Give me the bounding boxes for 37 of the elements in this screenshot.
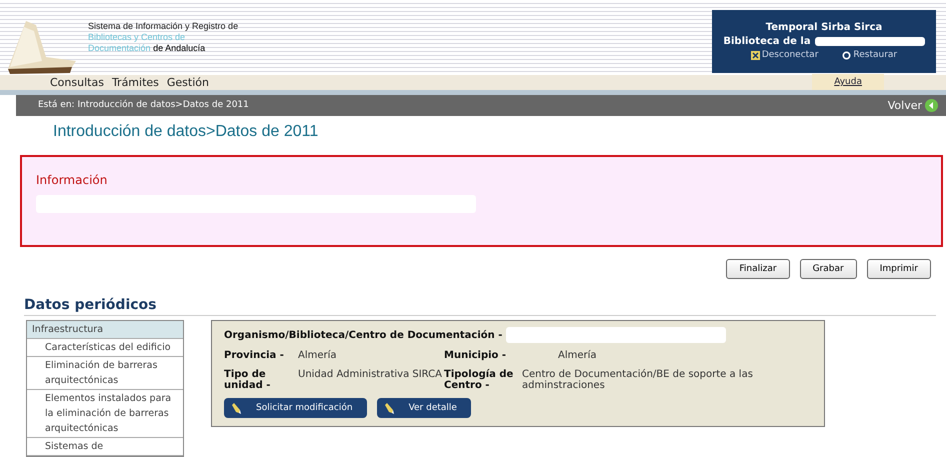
restore-link[interactable]: Restaurar: [842, 50, 898, 60]
field-value: Almería: [298, 350, 338, 362]
field-label: Tipo de unidad -: [224, 369, 272, 392]
menu-item[interactable]: Trámites: [112, 76, 159, 89]
user-name: Temporal Sirba Sirca: [766, 22, 882, 34]
field-label: Tipología de Centro -: [444, 369, 514, 392]
field-value: Centro de Documentación/BE de soporte a las adminstraciones: [522, 369, 754, 392]
pencil-icon: [384, 402, 395, 415]
site-title-line: Sistema de Información y Registro de: [88, 20, 240, 32]
library-name: Biblioteca de la: [723, 36, 811, 48]
help-link[interactable]: Ayuda: [812, 74, 884, 90]
breadcrumb: Está en: Introducción de datos>Datos de 2011: [38, 100, 249, 110]
site-title-line: Bibliotecas y Centros de: [88, 32, 186, 43]
menu-item[interactable]: Gestión: [166, 76, 209, 89]
field-value: Unidad Administrativa SIRCA: [298, 369, 443, 382]
action-button[interactable]: Finalizar: [726, 259, 790, 280]
card-heading: Organismo/Biblioteca/Centro de Documentación -: [224, 330, 502, 341]
card-button[interactable]: Solicitar modificación: [224, 398, 367, 418]
sidebar-item[interactable]: Eliminación de barreras arquitectónicas: [27, 357, 183, 390]
back-link[interactable]: Volver: [888, 98, 938, 112]
refresh-icon: [842, 50, 852, 60]
pencil-icon: [232, 402, 242, 415]
field-label: Provincia -: [224, 350, 285, 362]
info-title: Información: [36, 173, 108, 188]
field-label: Municipio -: [444, 350, 508, 362]
field-value: Almería: [557, 350, 598, 362]
sidebar-item[interactable]: Características del edificio: [27, 339, 183, 358]
close-icon: [750, 50, 760, 60]
site-title-line: Documentación de Andalucía: [88, 42, 206, 54]
card-button[interactable]: Ver detalle: [376, 398, 471, 418]
section-title: Datos periódicos: [24, 297, 156, 314]
disconnect-link[interactable]: Desconectar: [750, 50, 818, 60]
sidebar-item[interactable]: Infraestructura: [27, 321, 183, 340]
action-button[interactable]: Imprimir: [866, 259, 931, 280]
menu-item[interactable]: Consultas: [50, 76, 104, 89]
page-title: Introducción de datos>Datos de 2011: [53, 122, 318, 140]
action-button[interactable]: Grabar: [800, 259, 857, 280]
